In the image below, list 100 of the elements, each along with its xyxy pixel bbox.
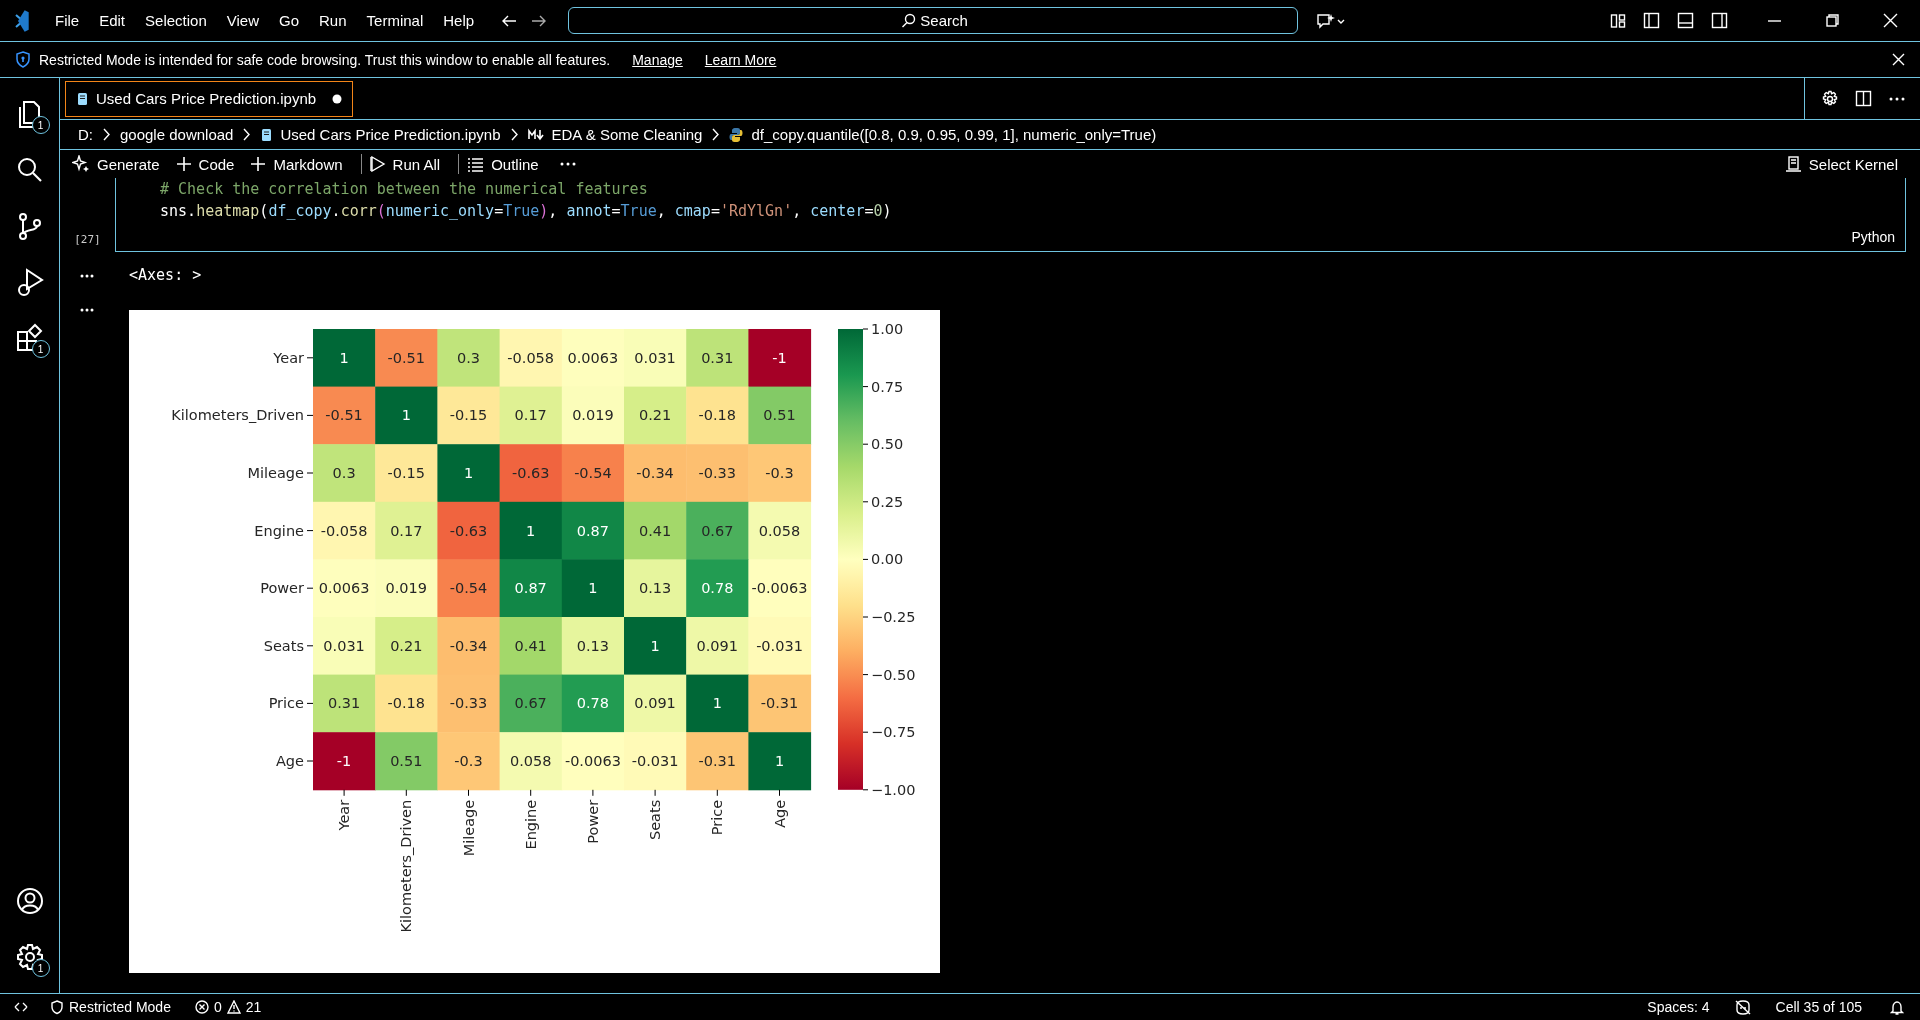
error-icon xyxy=(194,1000,209,1014)
remote-icon[interactable] xyxy=(14,1001,28,1013)
cell-value: 1 xyxy=(401,407,411,424)
language-label[interactable]: Python xyxy=(1851,229,1895,245)
banner-link[interactable]: Manage xyxy=(632,51,683,68)
bell-icon[interactable] xyxy=(1890,999,1904,1015)
banner-link[interactable]: Learn More xyxy=(704,51,777,68)
editor-tab[interactable]: Used Cars Price Prediction.ipynb xyxy=(65,80,354,117)
indentation-indicator[interactable]: Spaces: 4 xyxy=(1647,999,1710,1015)
cell-value: -0.63 xyxy=(511,465,550,481)
heatmap-cell xyxy=(313,674,376,733)
column-label: Mileage xyxy=(460,799,477,857)
breadcrumb-item[interactable]: df_copy.quantile([0.8, 0.9, 0.95, 0.99, 1], numeric_only=True) xyxy=(729,126,1157,143)
count-badge: 1 xyxy=(31,340,50,358)
code-cell[interactable]: # Check the correlation between the numerical features sns.heatmap(df_copy.corr(numeric_only=True), annot=True, cmap='RdYlGn', center=0) Python xyxy=(115,178,1906,252)
restore-icon[interactable] xyxy=(1826,14,1839,27)
more-icon[interactable] xyxy=(1888,95,1906,102)
tick-mark xyxy=(306,472,314,474)
code-line: # Check the correlation between the numerical features xyxy=(160,179,649,200)
cell-value: -0.0063 xyxy=(751,580,808,597)
heatmap-cell xyxy=(624,386,687,445)
cell-value: -0.031 xyxy=(631,753,679,769)
panel-bottom-icon[interactable] xyxy=(1677,12,1694,29)
copilot-icon[interactable] xyxy=(1733,999,1752,1015)
menu-item[interactable]: File xyxy=(45,12,90,29)
toolbar-button[interactable]: Generate xyxy=(72,155,168,173)
cell-value: 0.0063 xyxy=(567,349,619,366)
menu-item[interactable]: Go xyxy=(269,12,309,29)
count-badge: 1 xyxy=(31,959,50,977)
colorbar-label: 0.00 xyxy=(871,551,904,568)
cell-value: 1 xyxy=(588,580,598,597)
more-icon[interactable] xyxy=(80,274,94,278)
cell-value: -0.3 xyxy=(454,753,483,769)
menu-item[interactable]: Help xyxy=(433,12,485,29)
row-label: Age xyxy=(275,753,304,769)
chevron-right-icon xyxy=(509,128,519,141)
chat-sparkle-icon[interactable] xyxy=(1316,12,1347,29)
problems-indicator[interactable]: 0 21 xyxy=(194,999,262,1015)
settings-icon[interactable] xyxy=(1821,90,1839,107)
heatmap-cell xyxy=(561,444,625,503)
cell-value: 0.13 xyxy=(576,637,610,654)
heatmap-cell xyxy=(437,559,501,618)
heatmap-cell xyxy=(748,559,812,618)
heatmap-cell xyxy=(561,329,625,388)
breadcrumb-item[interactable]: Used Cars Price Prediction.ipynb xyxy=(260,126,501,143)
close-icon[interactable] xyxy=(1892,53,1905,66)
heatmap-cell xyxy=(375,501,438,560)
close-icon[interactable] xyxy=(1883,13,1898,28)
breadcrumb-item[interactable]: EDA & Some Cleaning xyxy=(527,126,703,143)
cell-value: -1 xyxy=(336,753,352,769)
heatmap-cell xyxy=(313,501,376,560)
colorbar-label: −1.00 xyxy=(871,781,916,798)
heatmap-cell xyxy=(748,329,812,388)
cell-value: -0.63 xyxy=(449,522,488,539)
split-editor-icon[interactable] xyxy=(1855,90,1872,107)
cell-value: 0.058 xyxy=(758,522,801,539)
heatmap-cell xyxy=(313,386,376,445)
settings-icon[interactable] xyxy=(14,942,45,972)
layout-icon[interactable] xyxy=(1610,12,1626,29)
colorbar-label: 1.00 xyxy=(871,321,904,337)
cell-value: 0.019 xyxy=(572,407,614,424)
cell-value: -0.34 xyxy=(449,637,488,654)
more-icon[interactable] xyxy=(558,161,577,167)
account-icon[interactable] xyxy=(14,886,45,916)
tick-mark xyxy=(468,789,469,797)
restricted-mode-indicator[interactable]: Restricted Mode xyxy=(50,999,171,1015)
cell-value: 0.058 xyxy=(509,753,552,769)
select-kernel-button[interactable]: Select Kernel xyxy=(1784,155,1906,173)
shield-icon xyxy=(50,999,64,1015)
toolbar-button[interactable]: Markdown xyxy=(250,155,351,173)
menu-item[interactable]: Terminal xyxy=(356,12,434,29)
breadcrumb-item[interactable]: D: xyxy=(78,126,93,143)
cell-value: -0.34 xyxy=(636,465,674,481)
toolbar-button[interactable]: Code xyxy=(175,155,243,173)
sidebar-left-icon[interactable] xyxy=(1643,12,1660,29)
toolbar-button[interactable]: Outline xyxy=(467,155,547,173)
cell-value: 1 xyxy=(526,522,536,539)
cell-value: 0.41 xyxy=(638,522,672,539)
heatmap-cell xyxy=(686,329,749,388)
sidebar-right-icon[interactable] xyxy=(1711,12,1728,29)
tick-mark xyxy=(862,789,869,791)
cell-value: -0.15 xyxy=(449,407,488,424)
toolbar-button[interactable]: Run All xyxy=(369,155,449,173)
menu-item[interactable]: Run xyxy=(309,12,357,29)
cell-position-indicator[interactable]: Cell 35 of 105 xyxy=(1775,999,1862,1015)
more-icon[interactable] xyxy=(80,308,94,312)
extensions-icon[interactable] xyxy=(14,323,45,353)
cell-value: -0.031 xyxy=(756,637,803,654)
markdown-icon xyxy=(527,128,544,141)
search-field[interactable]: Search xyxy=(568,7,1299,34)
cell-value: 0.41 xyxy=(514,637,547,654)
menu-item[interactable]: View xyxy=(216,12,269,29)
heatmap-cell xyxy=(686,674,749,733)
breadcrumb-item[interactable]: google download xyxy=(120,126,234,143)
menu-item[interactable]: Edit xyxy=(89,12,136,29)
cell-value: -0.33 xyxy=(449,695,488,712)
colorbar-label: −0.25 xyxy=(871,609,916,625)
menu-item[interactable]: Selection xyxy=(135,12,217,29)
code-line: sns.heatmap(df_copy.corr(numeric_only=True), annot=True, cmap='RdYlGn', center=0) xyxy=(160,201,893,222)
tick-mark xyxy=(779,789,780,797)
